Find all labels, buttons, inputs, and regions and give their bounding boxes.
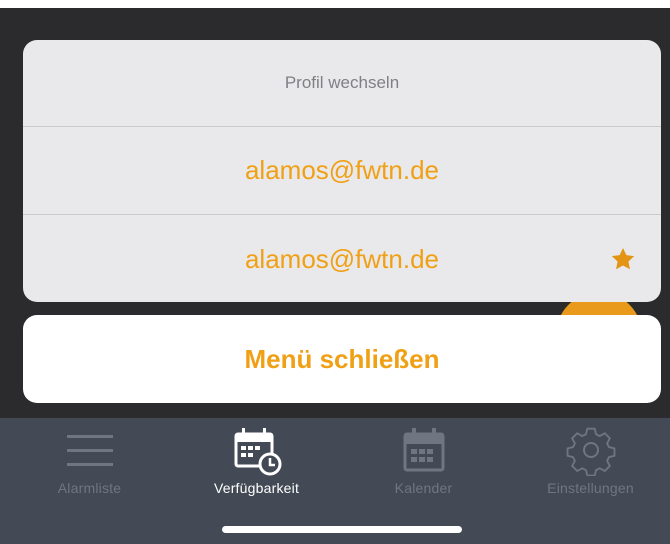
profile-option-label: alamos@fwtn.de [244, 155, 440, 185]
tab-verfuegbarkeit[interactable]: Verfügbarkeit [173, 418, 340, 508]
action-sheet: Profil wechseln alamos@fwtn.de alamos@fw… [23, 40, 661, 302]
tab-label: Kalender [394, 480, 453, 496]
profile-option-1[interactable]: alamos@fwtn.de [23, 127, 661, 215]
gear-icon [564, 426, 618, 476]
app-screen: Profil wechseln alamos@fwtn.de alamos@fw… [0, 0, 670, 544]
calendar-clock-icon [230, 426, 284, 476]
close-menu-button[interactable]: Menü schließen [23, 315, 661, 403]
tab-label: Einstellungen [547, 480, 634, 496]
profile-option-label: alamos@fwtn.de [244, 243, 440, 274]
home-indicator[interactable] [222, 526, 462, 533]
tab-kalender[interactable]: Kalender [340, 418, 507, 508]
tab-label: Verfügbarkeit [213, 480, 300, 496]
star-icon [611, 247, 635, 270]
action-sheet-title: Profil wechseln [23, 40, 661, 127]
tab-label: Alarmliste [57, 480, 122, 496]
calendar-icon [397, 426, 451, 476]
tab-alarmliste[interactable]: Alarmliste [6, 418, 173, 508]
profile-option-2[interactable]: alamos@fwtn.de [23, 215, 661, 302]
list-icon [63, 426, 117, 476]
tab-einstellungen[interactable]: Einstellungen [507, 418, 670, 508]
status-bar-edge [0, 0, 670, 8]
